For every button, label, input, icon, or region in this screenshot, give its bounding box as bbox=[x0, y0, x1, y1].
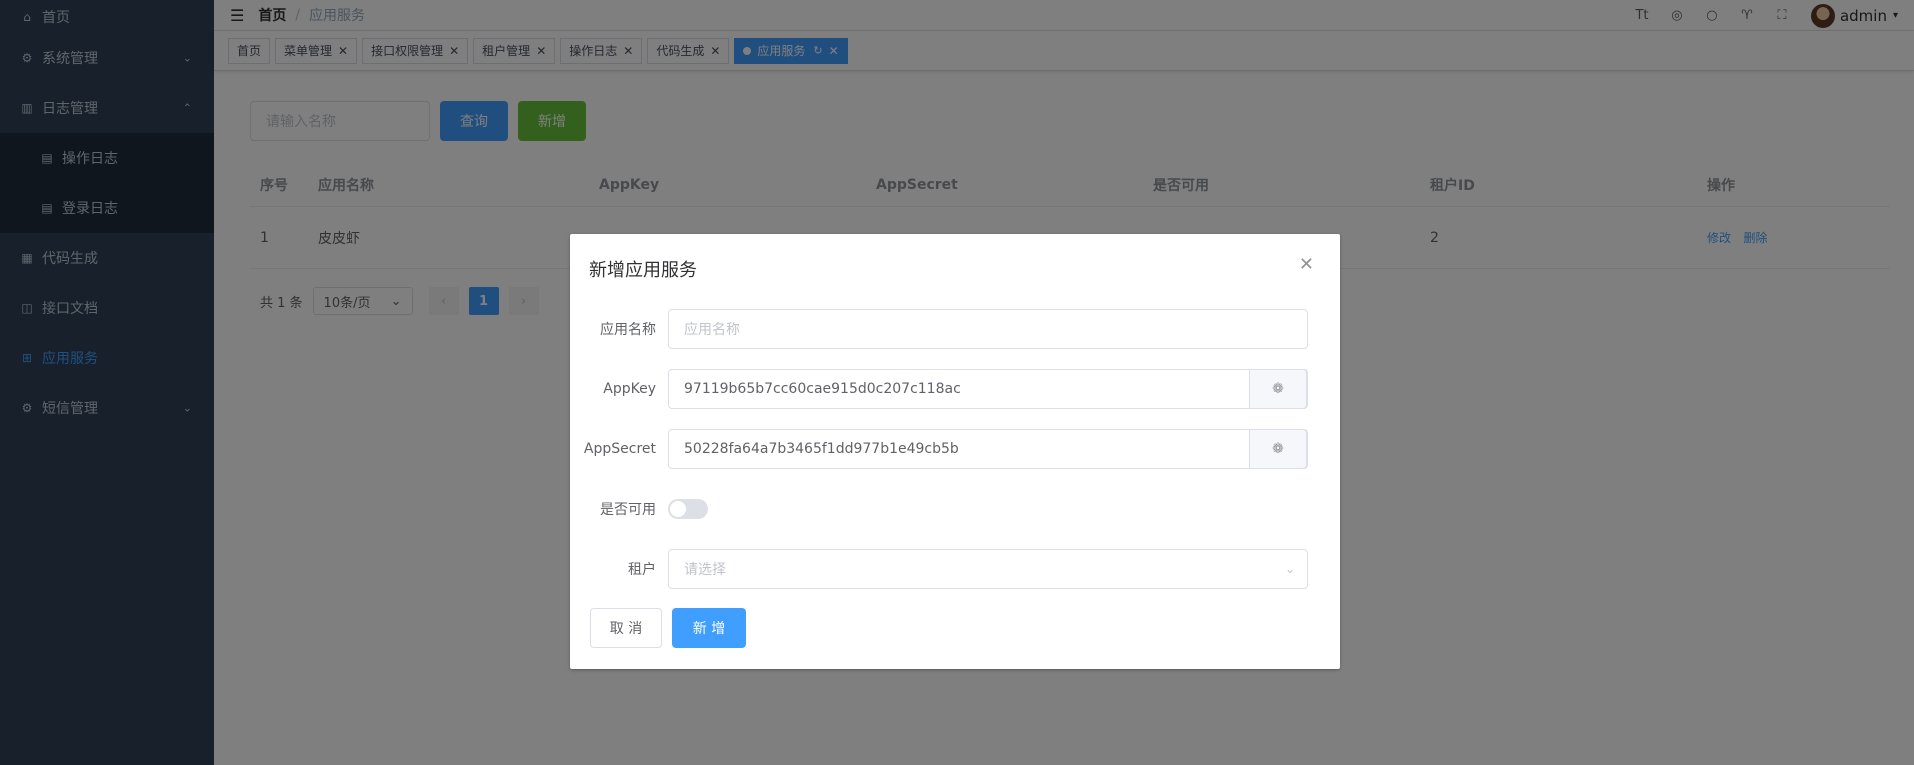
submit-button[interactable]: 新 增 bbox=[672, 608, 746, 648]
generate-appkey-icon[interactable]: ❁ bbox=[1249, 369, 1307, 409]
dialog-footer: 取 消 新 增 bbox=[590, 608, 746, 648]
chevron-down-icon: ⌄ bbox=[1284, 562, 1295, 576]
appsecret-label: AppSecret bbox=[583, 441, 656, 457]
form-item-name: 应用名称 应用名称 bbox=[570, 309, 1340, 349]
form-item-enabled: 是否可用 bbox=[570, 489, 1340, 529]
dialog-title: 新增应用服务 bbox=[589, 260, 697, 281]
enabled-label: 是否可用 bbox=[600, 502, 656, 518]
appkey-value: 97119b65b7cc60cae915d0c207c118ac bbox=[684, 381, 961, 397]
close-icon[interactable]: ✕ bbox=[1299, 254, 1314, 275]
name-placeholder: 应用名称 bbox=[684, 322, 740, 338]
appsecret-input[interactable]: 50228fa64a7b3465f1dd977b1e49cb5b ❁ bbox=[668, 429, 1308, 469]
cancel-button[interactable]: 取 消 bbox=[590, 608, 662, 648]
form-item-appsecret: AppSecret 50228fa64a7b3465f1dd977b1e49cb… bbox=[570, 429, 1340, 469]
tenant-select[interactable]: 请选择 ⌄ bbox=[668, 549, 1308, 589]
add-app-dialog: 新增应用服务 ✕ 应用名称 应用名称 AppKey 97119b65b7cc60… bbox=[570, 234, 1340, 669]
enabled-switch[interactable] bbox=[668, 499, 708, 519]
tenant-placeholder: 请选择 bbox=[684, 562, 726, 578]
name-input[interactable]: 应用名称 bbox=[668, 309, 1308, 349]
generate-appsecret-icon[interactable]: ❁ bbox=[1249, 429, 1307, 469]
form-item-appkey: AppKey 97119b65b7cc60cae915d0c207c118ac … bbox=[570, 369, 1340, 409]
name-label: 应用名称 bbox=[600, 322, 656, 338]
form-item-tenant: 租户 请选择 ⌄ bbox=[570, 549, 1340, 589]
appkey-label: AppKey bbox=[603, 381, 656, 397]
appsecret-value: 50228fa64a7b3465f1dd977b1e49cb5b bbox=[684, 441, 959, 457]
appkey-input[interactable]: 97119b65b7cc60cae915d0c207c118ac ❁ bbox=[668, 369, 1308, 409]
tenant-label: 租户 bbox=[628, 562, 656, 578]
